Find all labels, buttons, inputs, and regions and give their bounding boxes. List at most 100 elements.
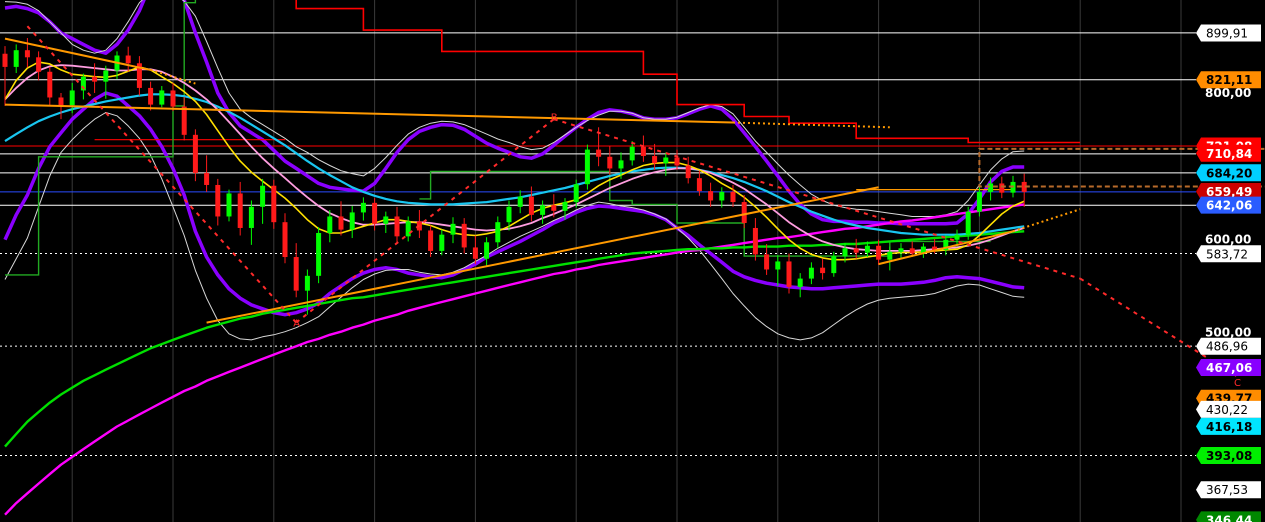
candle-body [954,234,960,240]
candle-body [304,275,310,291]
candle-body [92,76,98,82]
candle-body [584,149,590,185]
candle-body [506,206,512,223]
candle-body [674,157,680,166]
candle-body [24,50,30,58]
candle-body [405,221,411,237]
candle-body [226,193,232,217]
candle-body [439,234,445,251]
candle-body [36,57,42,72]
wave-label: B [551,112,558,123]
candle-body [103,70,109,82]
candle-body [607,156,613,169]
candle-body [752,227,758,255]
candle-body [562,202,568,211]
candle-body [181,106,187,135]
candle-body [629,146,635,161]
candle-body [461,223,467,248]
candle-body [372,202,378,224]
candle-body [741,202,747,224]
price-tag-label: 710,84 [1206,147,1252,161]
candle-body [864,245,870,253]
candle-body [349,212,355,230]
candle-body [540,205,546,215]
price-tag-label: 416,18 [1206,420,1252,434]
candle-body [2,53,8,67]
candle-body [618,160,624,169]
price-axis-label: 600,00 [1205,233,1251,247]
candle-body [898,248,904,252]
candle-body [484,242,490,259]
price-tag: 416,18 [1196,417,1261,435]
price-tag-label: 486,96 [1206,340,1248,354]
candle-body [909,248,915,254]
candle-body [192,134,198,173]
candle-body [808,267,814,279]
candle-body [831,256,837,274]
candle-body [696,178,702,192]
price-tag: 430,22 [1196,400,1261,418]
candle-body [338,216,344,230]
price-chart[interactable]: ABC 800,00600,00500,00 899,91821,11721,0… [0,0,1265,522]
candle-body [472,247,478,259]
candle-body [685,165,691,179]
candle-body [887,251,893,260]
price-tag-label: 583,72 [1206,247,1248,261]
candle-body [573,184,579,203]
candle-body [159,90,165,105]
candle-body [640,146,646,157]
price-tag: 899,91 [1196,24,1261,42]
candle-body [271,185,277,223]
price-tag-label: 367,53 [1206,483,1248,497]
candle-body [999,183,1005,193]
price-tag-label: 642,06 [1206,199,1252,213]
candle-body [551,205,557,211]
price-tag: 710,84 [1196,144,1261,162]
price-tag: 346,44 [1196,511,1261,522]
candle-body [327,216,333,233]
wave-label: C [1234,378,1241,389]
candle-body [965,211,971,235]
price-tag: 393,08 [1196,446,1261,464]
candle-body [260,185,266,207]
candle-body [293,257,299,291]
candle-body [842,248,848,257]
candle-body [125,55,131,64]
candle-body [708,191,714,201]
candle-body [775,261,781,270]
candle-body [383,216,389,224]
candle-body [528,196,534,215]
price-tag: 642,06 [1196,196,1261,214]
candle-body [495,222,501,243]
wave-label: A [293,319,300,330]
candle-body [596,149,602,157]
candle-body [820,267,826,274]
price-tag: 367,53 [1196,481,1261,499]
price-tag: 684,20 [1196,164,1261,182]
price-tag: 486,96 [1196,337,1261,355]
price-tag-label: 899,91 [1206,26,1248,40]
candle-body [719,191,725,201]
chart-background [0,0,1265,522]
price-axis-label: 500,00 [1205,326,1251,340]
price-tag-label: 821,11 [1206,73,1252,87]
candle-body [853,248,859,253]
candle-body [47,71,53,98]
candle-body [248,206,254,228]
candle-body [69,90,75,106]
price-tag-label: 430,22 [1206,403,1248,417]
candle-body [786,261,792,287]
candle-body [450,223,456,235]
candle-body [58,97,64,106]
candle-body [204,172,210,185]
candle-body [764,254,770,270]
candle-body [876,245,882,260]
price-tag-label: 393,08 [1206,449,1252,463]
candle-body [148,87,154,105]
candle-body [730,191,736,203]
price-tag: 821,11 [1196,71,1261,89]
candle-body [394,216,400,237]
candle-body [517,196,523,207]
candle-body [976,191,982,212]
candle-body [663,157,669,164]
